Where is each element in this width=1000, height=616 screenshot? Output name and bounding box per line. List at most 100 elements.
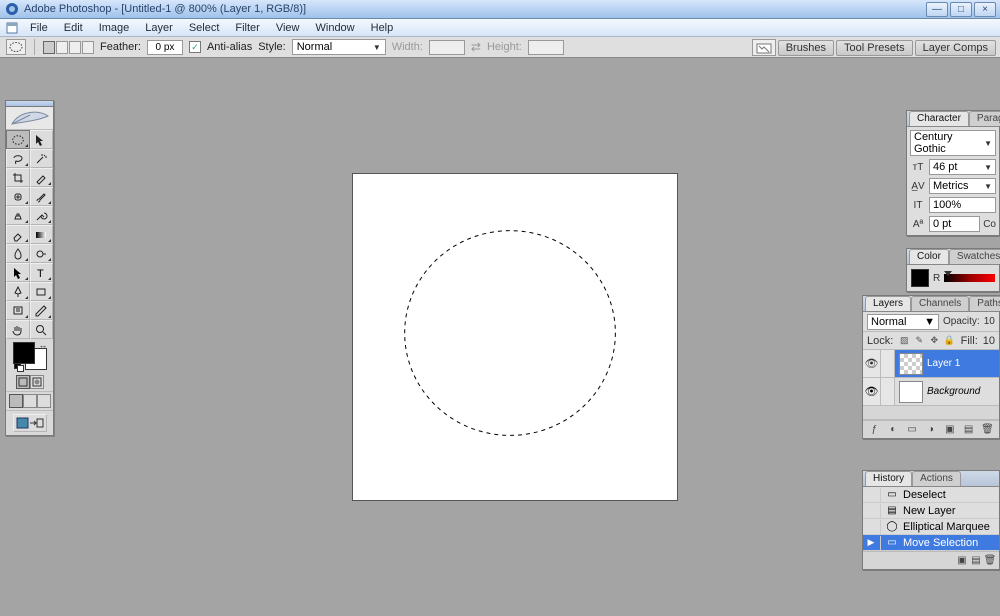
- minimize-button[interactable]: —: [926, 2, 948, 17]
- menu-select[interactable]: Select: [181, 20, 228, 36]
- fullscreen-button[interactable]: [37, 394, 51, 408]
- jump-to-imageready-button[interactable]: [13, 414, 47, 432]
- lock-transparency-icon[interactable]: ▨: [898, 335, 910, 347]
- fill-value[interactable]: 10: [983, 335, 995, 347]
- history-row[interactable]: ▶▭ Move Selection: [863, 535, 999, 551]
- tab-layers[interactable]: Layers: [865, 296, 911, 311]
- blend-mode-dropdown[interactable]: Normal▼: [867, 314, 939, 330]
- tool-crop[interactable]: [6, 168, 30, 187]
- history-row[interactable]: ◯ Elliptical Marquee: [863, 519, 999, 535]
- tool-hand[interactable]: [6, 320, 30, 339]
- tool-notes[interactable]: [6, 301, 30, 320]
- tool-healing[interactable]: [6, 187, 30, 206]
- foreground-color-swatch[interactable]: [13, 342, 35, 364]
- layer-style-button[interactable]: ƒ: [867, 423, 881, 437]
- menu-help[interactable]: Help: [363, 20, 402, 36]
- new-layer-button[interactable]: ▣: [943, 423, 957, 437]
- well-tab-tool-presets[interactable]: Tool Presets: [836, 40, 913, 56]
- tool-type[interactable]: T: [30, 263, 54, 282]
- style-dropdown[interactable]: Normal ▼: [292, 39, 386, 55]
- swap-colors-icon[interactable]: ↔: [39, 340, 48, 350]
- tool-eraser[interactable]: [6, 225, 30, 244]
- layer-name[interactable]: Background: [927, 386, 980, 397]
- font-family-dropdown[interactable]: Century Gothic▼: [910, 130, 996, 156]
- tool-brush[interactable]: [30, 187, 54, 206]
- opacity-value[interactable]: 10: [984, 316, 995, 327]
- selection-new-button[interactable]: [43, 41, 55, 54]
- new-state-button[interactable]: ▤: [969, 554, 983, 568]
- layer-thumbnail[interactable]: [899, 381, 923, 403]
- color-swatch[interactable]: [911, 269, 929, 287]
- layer-name[interactable]: Layer 1: [927, 358, 960, 369]
- tab-history[interactable]: History: [865, 471, 912, 486]
- selection-intersect-button[interactable]: [82, 41, 94, 54]
- delete-state-button[interactable]: 🗑: [983, 554, 997, 568]
- menu-view[interactable]: View: [268, 20, 308, 36]
- current-tool-icon[interactable]: [6, 39, 26, 55]
- standard-screen-button[interactable]: [9, 394, 23, 408]
- selection-add-button[interactable]: [56, 41, 68, 54]
- antialias-checkbox[interactable]: ✓: [189, 41, 201, 53]
- menu-filter[interactable]: Filter: [227, 20, 267, 36]
- tab-character[interactable]: Character: [909, 111, 969, 126]
- tool-slice[interactable]: [30, 168, 54, 187]
- tool-zoom[interactable]: [30, 320, 54, 339]
- history-row[interactable]: ▭ Deselect: [863, 487, 999, 503]
- file-browser-button[interactable]: [752, 39, 776, 56]
- menu-window[interactable]: Window: [308, 20, 363, 36]
- document-icon[interactable]: [5, 21, 19, 35]
- visibility-toggle[interactable]: 👁: [863, 350, 881, 377]
- tool-magic-wand[interactable]: [30, 149, 54, 168]
- menu-file[interactable]: File: [22, 20, 56, 36]
- history-row[interactable]: ▤ New Layer: [863, 503, 999, 519]
- layer-set-button[interactable]: ▭: [905, 423, 919, 437]
- close-button[interactable]: ×: [974, 2, 996, 17]
- lock-pixels-icon[interactable]: ✎: [913, 335, 925, 347]
- tab-channels[interactable]: Channels: [911, 296, 969, 311]
- vscale-input[interactable]: 100%: [929, 197, 996, 213]
- tool-clone-stamp[interactable]: [6, 206, 30, 225]
- menu-image[interactable]: Image: [91, 20, 138, 36]
- menu-edit[interactable]: Edit: [56, 20, 91, 36]
- tool-gradient[interactable]: [30, 225, 54, 244]
- lock-all-icon[interactable]: 🔒: [943, 335, 955, 347]
- new-snapshot-button[interactable]: ▣: [955, 554, 969, 568]
- tool-shape[interactable]: [30, 282, 54, 301]
- tool-move[interactable]: [30, 130, 54, 149]
- tool-marquee[interactable]: [6, 130, 30, 149]
- tool-eyedropper[interactable]: [30, 301, 54, 320]
- delete-layer-button[interactable]: 🗑: [980, 423, 994, 437]
- document-canvas[interactable]: [352, 173, 678, 501]
- layer-row[interactable]: 👁 Layer 1: [863, 350, 999, 378]
- font-size-dropdown[interactable]: 46 pt▼: [929, 159, 996, 175]
- r-slider[interactable]: [944, 274, 995, 282]
- tool-blur[interactable]: [6, 244, 30, 263]
- menu-layer[interactable]: Layer: [137, 20, 181, 36]
- tab-swatches[interactable]: Swatches: [949, 249, 1000, 264]
- fullscreen-menubar-button[interactable]: [23, 394, 37, 408]
- link-cell[interactable]: [881, 350, 895, 377]
- tool-pen[interactable]: [6, 282, 30, 301]
- tab-paths[interactable]: Paths: [969, 296, 1000, 311]
- tool-dodge[interactable]: [30, 244, 54, 263]
- new-layer2-button[interactable]: ▤: [962, 423, 976, 437]
- adjustment-layer-button[interactable]: ◑: [924, 423, 938, 437]
- lock-position-icon[interactable]: ✥: [928, 335, 940, 347]
- link-cell[interactable]: [881, 378, 895, 405]
- layer-mask-button[interactable]: ◐: [886, 423, 900, 437]
- layer-row[interactable]: 👁 Background: [863, 378, 999, 406]
- quickmask-off-button[interactable]: [16, 375, 30, 389]
- well-tab-layer-comps[interactable]: Layer Comps: [915, 40, 996, 56]
- selection-subtract-button[interactable]: [69, 41, 81, 54]
- layer-thumbnail[interactable]: [899, 353, 923, 375]
- tool-path-select[interactable]: [6, 263, 30, 282]
- feather-input[interactable]: [147, 40, 183, 55]
- tab-actions[interactable]: Actions: [912, 471, 961, 486]
- tab-color[interactable]: Color: [909, 249, 949, 264]
- maximize-button[interactable]: □: [950, 2, 972, 17]
- visibility-toggle[interactable]: 👁: [863, 378, 881, 405]
- tool-history-brush[interactable]: [30, 206, 54, 225]
- baseline-input[interactable]: 0 pt: [929, 216, 980, 232]
- kerning-dropdown[interactable]: Metrics▼: [929, 178, 996, 194]
- tab-paragraph[interactable]: Paragraph: [969, 111, 1000, 126]
